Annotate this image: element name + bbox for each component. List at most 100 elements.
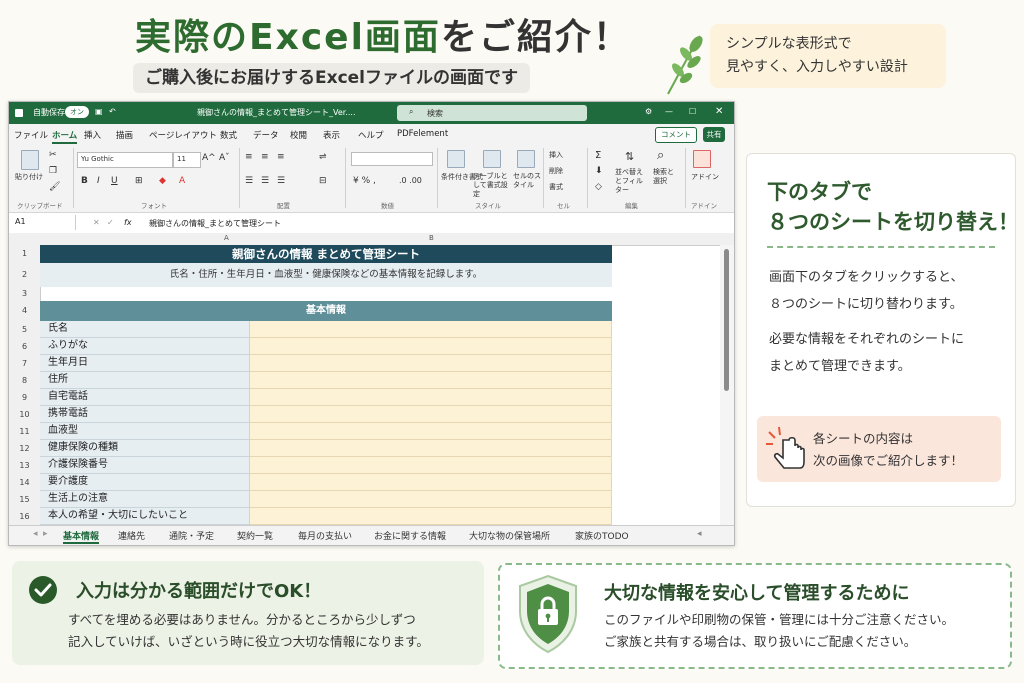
copy-icon[interactable]: ❐ [49,166,57,176]
row-number[interactable]: 8 [9,372,40,389]
sort-filter-icon[interactable]: ⇅ [625,150,634,163]
align-left-icon[interactable]: ☰ [245,176,253,186]
clear-icon[interactable]: ◇ [595,182,602,192]
row-number[interactable]: 5 [9,321,40,338]
column-header-b[interactable]: B [429,234,434,242]
field-input-cell[interactable] [250,440,612,457]
field-label-cell[interactable]: 自宅電話 [40,389,250,406]
cell-style-icon[interactable] [517,150,535,168]
align-center-icon[interactable]: ☰ [261,176,269,186]
decrease-font-icon[interactable]: Aˇ [219,153,230,163]
row-number[interactable]: 3 [9,287,40,301]
tab-scroll-right-icon[interactable]: ▸ [43,529,48,539]
tab-help[interactable]: ヘルプ [358,129,384,141]
underline-icon[interactable]: U [111,176,118,186]
addins-icon[interactable] [693,150,711,168]
field-label-cell[interactable]: 生年月日 [40,355,250,372]
column-header-a[interactable]: A [224,234,229,242]
sheet-tab-todo[interactable]: 家族のTODO [575,529,629,542]
settings-icon[interactable]: ⚙ [645,107,652,116]
font-name-select[interactable]: Yu Gothic [77,152,173,168]
undo-icon[interactable]: ↶ [109,107,116,116]
tab-draw[interactable]: 描画 [116,129,133,141]
number-format-select[interactable] [351,152,433,166]
find-icon[interactable]: ⌕ [657,148,664,163]
formula-input[interactable]: 親御さんの情報_まとめて管理シート [149,218,281,229]
field-label-cell[interactable]: 要介護度 [40,474,250,491]
field-label-cell[interactable]: ふりがな [40,338,250,355]
autosum-icon[interactable]: Σ [595,150,601,161]
field-input-cell[interactable] [250,423,612,440]
share-button[interactable]: 共有 [703,127,725,142]
field-label-cell[interactable]: 本人の希望・大切にしたいこと [40,508,250,525]
tab-view[interactable]: 表示 [323,129,340,141]
fill-color-icon[interactable]: ◆ [159,176,166,186]
field-label-cell[interactable]: 氏名 [40,321,250,338]
sheet-tab-payments[interactable]: 毎月の支払い [298,529,352,542]
row-number[interactable]: 1 [9,245,40,263]
save-icon[interactable]: ▣ [95,107,103,116]
add-sheet-icon[interactable]: ◂ [697,529,702,539]
border-icon[interactable]: ⊞ [135,176,143,186]
wrap-text-icon[interactable]: ⇌ [319,152,327,162]
insert-cells-button[interactable]: 挿入 [549,150,563,160]
field-label-cell[interactable]: 介護保険番号 [40,457,250,474]
italic-icon[interactable]: I [97,176,100,186]
bold-icon[interactable]: B [81,176,88,186]
sheet-tab-contracts[interactable]: 契約一覧 [237,529,273,542]
delete-cells-button[interactable]: 削除 [549,166,563,176]
enter-icon[interactable]: ✓ [107,218,114,227]
field-input-cell[interactable] [250,355,612,372]
sheet-title-cell[interactable]: 親御さんの情報 まとめて管理シート [40,245,612,263]
insert-function-icon[interactable]: fx [124,218,132,227]
format-table-icon[interactable] [483,150,501,168]
increase-font-icon[interactable]: A^ [202,153,216,163]
tab-page-layout[interactable]: ページレイアウト [149,129,217,141]
field-input-cell[interactable] [250,508,612,525]
tab-pdfelement[interactable]: PDFelement [397,129,448,139]
autosave-toggle[interactable]: オン [65,106,89,118]
search-box[interactable]: ⌕ 検索 [397,105,587,121]
field-input-cell[interactable] [250,457,612,474]
comment-button[interactable]: コメント [655,127,697,143]
fill-icon[interactable]: ⬇ [595,166,603,176]
minimize-icon[interactable]: — [665,107,673,116]
field-input-cell[interactable] [250,321,612,338]
format-painter-icon[interactable]: 🖌 [49,182,60,192]
field-label-cell[interactable]: 血液型 [40,423,250,440]
row-number[interactable]: 9 [9,389,40,406]
row-number[interactable]: 2 [9,263,40,287]
tab-review[interactable]: 校閲 [290,129,307,141]
field-input-cell[interactable] [250,491,612,508]
row-number[interactable]: 11 [9,423,40,440]
row-number[interactable]: 12 [9,440,40,457]
row-number[interactable]: 10 [9,406,40,423]
field-label-cell[interactable]: 健康保険の種類 [40,440,250,457]
cancel-icon[interactable]: ✕ [93,218,100,227]
paste-icon[interactable] [21,150,39,170]
conditional-format-icon[interactable] [447,150,465,168]
field-input-cell[interactable] [250,389,612,406]
maximize-icon[interactable]: ☐ [689,107,696,116]
align-middle-icon[interactable]: ≡ [261,152,269,162]
scroll-thumb[interactable] [724,249,729,391]
vertical-scrollbar[interactable] [720,245,734,525]
field-input-cell[interactable] [250,372,612,389]
row-number[interactable]: 15 [9,491,40,508]
tab-data[interactable]: データ [253,129,279,141]
field-label-cell[interactable]: 携帯電話 [40,406,250,423]
align-top-icon[interactable]: ≡ [245,152,253,162]
field-input-cell[interactable] [250,406,612,423]
font-size-select[interactable]: 11 [173,152,201,168]
sheet-tab-basic[interactable]: 基本情報 [63,529,100,544]
sheet-tab-contacts[interactable]: 連絡先 [118,529,145,542]
sheet-description-cell[interactable]: 氏名・住所・生年月日・血液型・健康保険などの基本情報を記録します。 [40,263,612,287]
tab-formulas[interactable]: 数式 [220,129,237,141]
font-color-icon[interactable]: A [179,176,185,186]
sheet-tab-hospital[interactable]: 通院・予定 [169,529,214,542]
row-number[interactable]: 6 [9,338,40,355]
row-number[interactable]: 14 [9,474,40,491]
tab-insert[interactable]: 挿入 [84,129,101,141]
align-bottom-icon[interactable]: ≡ [277,152,285,162]
section-header-cell[interactable]: 基本情報 [40,301,612,321]
